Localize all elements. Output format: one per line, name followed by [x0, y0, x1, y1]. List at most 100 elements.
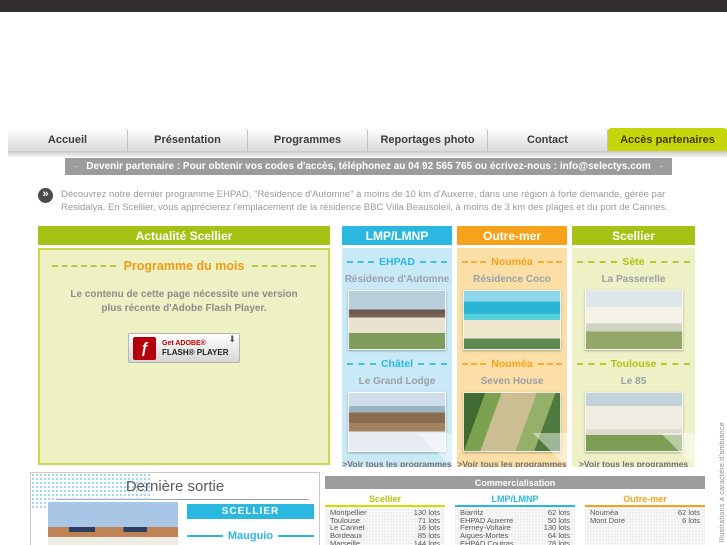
column-scellier: Scellier Sète La Passerelle Toulouse Le … — [572, 226, 695, 467]
location-label: Châtel — [380, 358, 414, 370]
mauguio-city: Mauguio — [187, 530, 314, 542]
see-all-line1: >Voir tous les programmes — [342, 459, 452, 467]
partner-banner-text: Devenir partenaire : Pour obtenir vos co… — [86, 161, 651, 172]
outre-section1-name: Résidence Coco — [473, 274, 551, 285]
get-flash-player-button[interactable]: ƒ Get ADOBE® FLASH® PLAYER ⬇ — [128, 333, 240, 363]
dash — [347, 363, 376, 365]
outre-mer-box: Nouméa Résidence Coco Nouméa Seven House… — [457, 248, 567, 467]
scellier-box: Sète La Passerelle Toulouse Le 85 >Voir … — [572, 248, 695, 467]
location-label: Nouméa — [491, 256, 533, 268]
derniere-sortie-title: Dernière sortie — [125, 478, 225, 495]
see-all-line1: >Voir tous les programmes — [457, 459, 567, 467]
banner-line-right — [659, 166, 663, 167]
group-outre-mer: Outre-mer Nouméa 62 lots Mont Dore 6 lots — [585, 492, 705, 545]
photo-le-grand-lodge[interactable] — [348, 392, 446, 452]
city-label: Mauguio — [227, 530, 274, 542]
outre-mer-header: Outre-mer — [457, 226, 567, 245]
group-scellier-title: Scellier — [325, 492, 445, 507]
column-lmp-lmnp: LMP/LMNP EHPAD Résidence d'Automne Châte… — [342, 226, 452, 467]
photo-le-85[interactable] — [584, 392, 683, 452]
outre-section2-name: Seven House — [480, 376, 544, 387]
photo-seven-house[interactable] — [463, 392, 561, 452]
tab-contact[interactable]: Contact — [488, 128, 608, 151]
flash-required-message: Le contenu de cette page nécessite une v… — [70, 289, 298, 314]
lmp-box: EHPAD Résidence d'Automne Châtel Le Gran… — [342, 248, 452, 467]
dash — [649, 261, 690, 263]
tab-programmes[interactable]: Programmes — [248, 128, 368, 151]
scellier-badge: SCELLIER — [187, 504, 314, 519]
flash-btn-line2: FLASH® PLAYER — [162, 347, 229, 357]
table-row: Marseille 144 lots — [330, 538, 440, 545]
dash — [278, 535, 314, 537]
intro-paragraph: » Découvrez notre dernier programme EHPA… — [38, 188, 693, 214]
commercialisation-header: Commercialisation — [325, 476, 705, 489]
tab-accueil[interactable]: Accueil — [8, 128, 128, 151]
lmp-section2-location: Châtel — [347, 358, 447, 370]
dash — [462, 261, 487, 263]
flash-button-text: Get ADOBE® FLASH® PLAYER — [162, 340, 229, 357]
photo-mauguio-house[interactable] — [48, 502, 178, 545]
tab-acces-partenaires[interactable]: Accès partenaires — [608, 128, 727, 151]
dash-right — [252, 265, 316, 267]
see-all-line1: >Voir tous les programmes — [578, 459, 689, 467]
nav-shadow — [8, 151, 727, 157]
actualite-header: Actualité Scellier — [38, 226, 330, 245]
see-all-outre-mer-link[interactable]: >Voir tous les programmes OUTRE MER — [457, 459, 567, 467]
photo-la-passerelle[interactable] — [584, 290, 683, 350]
partner-banner: Devenir partenaire : Pour obtenir vos co… — [65, 158, 672, 175]
dash — [537, 363, 562, 365]
commercialisation-section: Commercialisation Scellier Montpellier 13… — [325, 476, 705, 545]
see-all-lmp-link[interactable]: >Voir tous les programmes LMP/LMNP — [342, 459, 452, 467]
tab-presentation[interactable]: Présentation — [128, 128, 248, 151]
actualite-scellier-panel: Actualité Scellier Programme du mois Le … — [38, 226, 330, 465]
scellier-section1-location: Sète — [577, 256, 690, 268]
column-outre-mer: Outre-mer Nouméa Résidence Coco Nouméa S… — [457, 226, 567, 467]
group-scellier: Scellier Montpellier 130 lots Toulouse 71 … — [325, 492, 445, 545]
group-lmp-lmnp: LMP/LMNP Biarritz 62 lots EHPAD Auxerre 50… — [455, 492, 575, 545]
dash-left — [52, 265, 116, 267]
dash — [577, 363, 606, 365]
lmp-section1-name: Résidence d'Automne — [344, 274, 450, 285]
photo-residence-coco[interactable] — [463, 290, 561, 350]
outre-section2-location: Nouméa — [462, 358, 562, 370]
photo-residence-automne[interactable] — [348, 290, 446, 350]
illustrations-footnote: Illustrations à caractère d'ambiance — [719, 422, 726, 543]
main-nav: Accueil Présentation Programmes Reportag… — [8, 128, 727, 151]
flash-logo-icon: ƒ — [133, 336, 156, 360]
dash — [420, 261, 448, 263]
table-row: Mont Dore 6 lots — [590, 515, 700, 525]
scellier-header: Scellier — [572, 226, 695, 245]
scellier-section2-name: Le 85 — [620, 376, 647, 387]
commercialisation-groups: Scellier Montpellier 130 lots Toulouse 71 … — [325, 492, 705, 545]
dash — [537, 261, 562, 263]
tab-reportages-photo[interactable]: Reportages photo — [368, 128, 488, 151]
banner-line-left — [74, 166, 78, 167]
scellier-section2-location: Toulouse — [577, 358, 691, 370]
location-label: Nouméa — [491, 358, 533, 370]
scellier-section1-name: La Passerelle — [601, 274, 666, 285]
dash — [418, 363, 447, 365]
derniere-sortie-panel: Dernière sortie SCELLIER Mauguio — [30, 472, 320, 545]
actualite-box: Programme du mois Le contenu de cette pa… — [38, 248, 330, 465]
top-black-bar — [0, 0, 727, 12]
dash — [187, 535, 223, 537]
table-row: EHPAD Coutras 78 lots — [460, 538, 570, 545]
lmp-header: LMP/LMNP — [342, 226, 452, 245]
lmp-section2-name: Le Grand Lodge — [358, 376, 436, 387]
location-label: Sète — [622, 256, 645, 268]
download-arrow-icon: ⬇ — [228, 334, 236, 344]
dash — [462, 363, 487, 365]
location-label: EHPAD — [379, 256, 415, 268]
flash-btn-line1: Get ADOBE® — [162, 339, 206, 347]
programme-du-mois-title: Programme du mois — [52, 259, 316, 273]
location-label: Toulouse — [610, 358, 657, 370]
programme-du-mois-label: Programme du mois — [123, 259, 245, 273]
page: Accueil Présentation Programmes Reportag… — [0, 0, 727, 545]
see-all-scellier-link[interactable]: >Voir tous les programmes SCELLLIER — [572, 459, 695, 467]
dash — [661, 363, 691, 365]
derniere-sortie-info: SCELLIER Mauguio — [187, 504, 314, 542]
group-lmp-title: LMP/LMNP — [455, 492, 575, 507]
outre-section1-location: Nouméa — [462, 256, 562, 268]
dash — [347, 261, 375, 263]
intro-text: Découvrez notre dernier programme EHPAD,… — [61, 189, 668, 213]
